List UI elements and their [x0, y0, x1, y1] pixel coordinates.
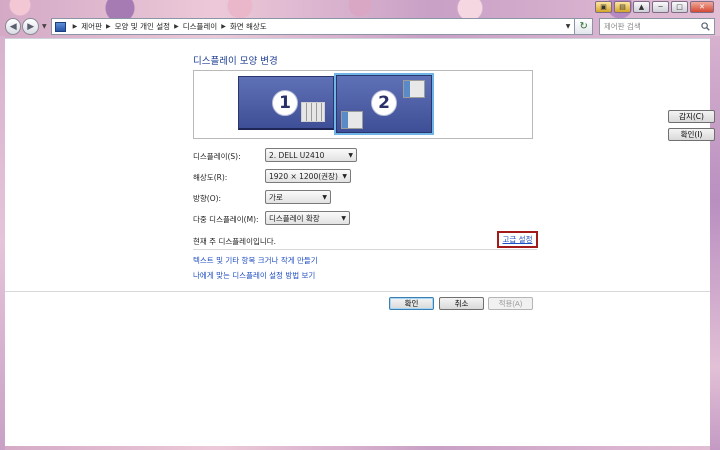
orientation-value: 가로 — [269, 192, 283, 202]
navigation-bar: ◀ ▶ ▼ ▶ 제어판 ▶ 모양 및 개인 설정 ▶ 디스플레이 ▶ 화면 해상… — [5, 16, 715, 37]
chevron-down-icon: ▼ — [342, 172, 347, 180]
screen-resolution-window: 디스플레이 모양 변경 1 2 감지(C) 확인(I) 디스플레이(S): 2.… — [5, 38, 715, 446]
display-preview: 1 2 감지(C) 확인(I) — [193, 70, 715, 141]
orientation-label: 방향(O): — [193, 194, 222, 203]
maximize-button[interactable]: □ — [671, 1, 688, 13]
cancel-button[interactable]: 취소 — [439, 297, 484, 310]
minimize-button[interactable]: ─ — [652, 1, 669, 13]
resolution-select[interactable]: 1920 × 1200(권장) ▼ — [265, 169, 351, 183]
search-icon — [701, 22, 710, 31]
history-dropdown-icon[interactable]: ▼ — [40, 23, 49, 30]
primary-display-status: 현재 주 디스플레이입니다. — [193, 237, 277, 246]
multiple-displays-select[interactable]: 디스플레이 확장 ▼ — [265, 211, 350, 225]
chevron-down-icon: ▼ — [348, 151, 353, 159]
identify-button[interactable]: 확인(I) — [668, 128, 715, 141]
window-thumbnail-icon — [341, 111, 363, 129]
chevron-down-icon: ▼ — [322, 193, 327, 201]
detect-button[interactable]: 감지(C) — [668, 110, 715, 123]
display-select[interactable]: 2. DELL U2410 ▼ — [265, 148, 357, 162]
desktop-icons-icon — [301, 102, 325, 122]
control-panel-icon — [54, 21, 66, 32]
chevron-down-icon[interactable]: ▼ — [566, 23, 571, 30]
apply-button[interactable]: 적용(A) — [488, 297, 533, 310]
search-placeholder: 제어판 검색 — [603, 22, 641, 31]
resolution-label: 해상도(R): — [193, 173, 228, 182]
chevron-right-icon[interactable]: ▶ — [174, 23, 179, 30]
display-value: 2. DELL U2410 — [269, 150, 325, 160]
multiple-displays-label: 다중 디스플레이(M): — [193, 215, 259, 224]
breadcrumb-control-panel[interactable]: 제어판 — [81, 21, 102, 32]
resolution-value: 1920 × 1200(권장) — [269, 171, 338, 181]
divider — [193, 249, 537, 250]
search-input[interactable]: 제어판 검색 — [598, 18, 715, 35]
chevron-right-icon[interactable]: ▶ — [221, 23, 226, 30]
page-title: 디스플레이 모양 변경 — [193, 56, 278, 67]
multiple-displays-value: 디스플레이 확장 — [269, 213, 320, 223]
titlebar-controls: ▣ ▤ ▲ ─ □ ✕ — [580, 0, 720, 14]
window-thumbnail-icon — [403, 80, 425, 98]
monitor-1[interactable]: 1 — [238, 76, 334, 130]
monitor-number: 1 — [272, 90, 298, 116]
display-label: 디스플레이(S): — [193, 152, 241, 161]
chevron-down-icon: ▼ — [341, 214, 346, 222]
refresh-button[interactable]: ↻ — [575, 18, 593, 35]
breadcrumb-display[interactable]: 디스플레이 — [183, 21, 218, 32]
divider — [5, 291, 710, 292]
breadcrumb-screen-resolution[interactable]: 화면 해상도 — [230, 21, 267, 32]
app-tray-icon[interactable]: ▣ — [595, 1, 612, 13]
monitor-2[interactable]: 2 — [334, 73, 434, 135]
up-arrow-icon[interactable]: ▲ — [633, 1, 650, 13]
ok-button[interactable]: 확인 — [389, 297, 434, 310]
chevron-right-icon[interactable]: ▶ — [73, 23, 78, 30]
display-help-link[interactable]: 나에게 맞는 디스플레이 설정 방법 보기 — [193, 270, 315, 281]
folder-tray-icon[interactable]: ▤ — [614, 1, 631, 13]
address-bar[interactable]: ▶ 제어판 ▶ 모양 및 개인 설정 ▶ 디스플레이 ▶ 화면 해상도 ▼ — [50, 18, 576, 35]
breadcrumb-appearance[interactable]: 모양 및 개인 설정 — [115, 21, 170, 32]
forward-button[interactable]: ▶ — [22, 18, 39, 35]
close-button[interactable]: ✕ — [690, 1, 714, 13]
advanced-settings-link[interactable]: 고급 설정 — [497, 231, 538, 248]
orientation-select[interactable]: 가로 ▼ — [265, 190, 331, 204]
wallpaper-edge-right — [710, 36, 720, 450]
refresh-icon: ↻ — [579, 21, 588, 32]
chevron-right-icon[interactable]: ▶ — [106, 23, 111, 30]
monitor-number: 2 — [371, 90, 397, 116]
back-button[interactable]: ◀ — [5, 18, 22, 35]
text-size-link[interactable]: 텍스트 및 기타 항목 크거나 작게 만들기 — [193, 255, 318, 266]
